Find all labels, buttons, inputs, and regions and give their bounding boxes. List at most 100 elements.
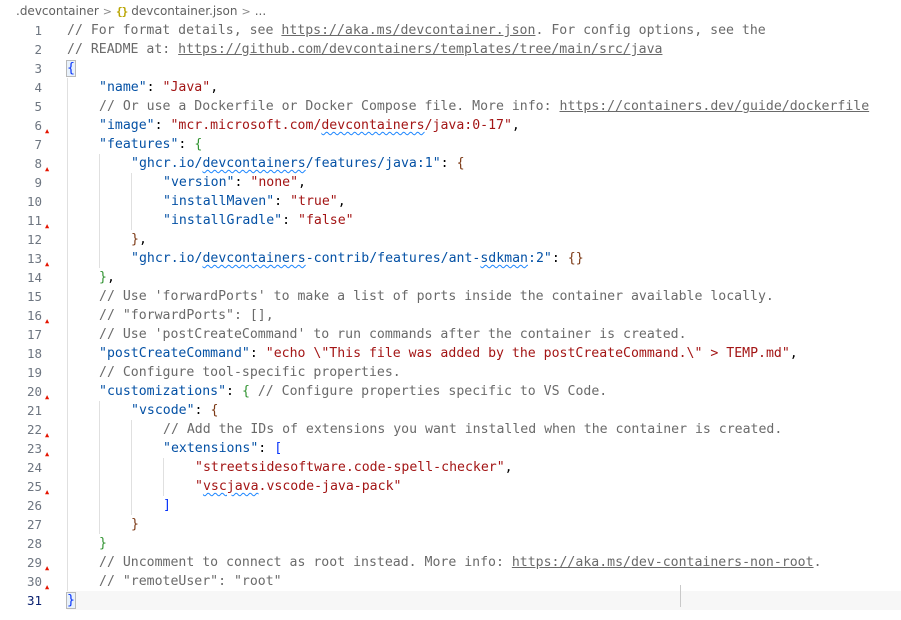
- indent-guide: [99, 173, 100, 192]
- indent-guide: [67, 553, 68, 572]
- line-number: 29: [26, 555, 42, 570]
- code-text: // Uncomment to connect as root instead.…: [99, 555, 822, 570]
- indent-guide: [99, 515, 100, 534]
- chevron-right-icon: >: [241, 4, 251, 18]
- indent-guide: [67, 344, 68, 363]
- code-text: "version": "none",: [163, 175, 306, 190]
- code-line[interactable]: 9 "version": "none",: [0, 173, 901, 192]
- code-line[interactable]: 28}: [0, 534, 901, 553]
- breadcrumb-file[interactable]: devcontainer.json: [131, 4, 237, 18]
- indent-guide: [163, 458, 164, 477]
- text-cursor-icon: [680, 585, 687, 607]
- indent-guide: [99, 477, 100, 496]
- code-line[interactable]: 24 "streetsidesoftware.code-spell-checker…: [0, 458, 901, 477]
- code-line[interactable]: 17 // Use 'postCreateCommand' to run comm…: [0, 325, 901, 344]
- code-text: "image": "mcr.microsoft.com/devcontainer…: [99, 118, 520, 133]
- indent-guide: [131, 458, 132, 477]
- code-text: },: [99, 270, 115, 285]
- code-line[interactable]: 29 ▲ // Uncomment to connect as root inste…: [0, 553, 901, 572]
- code-line[interactable]: 12},: [0, 230, 901, 249]
- code-line[interactable]: 13 ▲ "ghcr.io/devcontainers-contrib/featur…: [0, 249, 901, 268]
- code-line[interactable]: 11 ▲ "installGradle": "false": [0, 211, 901, 230]
- indent-guide: [67, 97, 68, 116]
- code-line[interactable]: 20 ▲ "customizations": { // Configure prop…: [0, 382, 901, 401]
- code-line[interactable]: 10 "installMaven": "true",: [0, 192, 901, 211]
- code-line[interactable]: 16 ▲ // "forwardPorts": [],: [0, 306, 901, 325]
- line-number: 21: [26, 403, 42, 418]
- indent-guide: [67, 249, 68, 268]
- code-text: "ghcr.io/devcontainers-contrib/features/…: [131, 251, 584, 266]
- code-line[interactable]: 14},: [0, 268, 901, 287]
- code-text: // Configure tool-specific properties.: [99, 365, 401, 380]
- code-line[interactable]: 25 ▲ "vscjava.vscode-java-pack": [0, 477, 901, 496]
- spell-marker-icon: ▲: [45, 222, 50, 230]
- code-line[interactable]: 19 // Configure tool-specific properties.: [0, 363, 901, 382]
- line-number: 30: [26, 574, 42, 589]
- code-line[interactable]: 31}: [0, 591, 901, 610]
- indent-guide: [99, 230, 100, 249]
- line-number: 31: [26, 593, 42, 608]
- line-number: 12: [26, 232, 42, 247]
- indent-guide: [99, 192, 100, 211]
- code-line[interactable]: 1 // For format details, see https://aka.…: [0, 21, 901, 40]
- code-line[interactable]: 26]: [0, 496, 901, 515]
- indent-guide: [67, 420, 68, 439]
- chevron-right-icon: >: [102, 4, 112, 18]
- code-line[interactable]: 23 ▲ "extensions": [: [0, 439, 901, 458]
- indent-guide: [67, 458, 68, 477]
- indent-guide: [67, 306, 68, 325]
- line-number: 24: [26, 460, 42, 475]
- breadcrumb-folder[interactable]: .devcontainer: [16, 4, 99, 18]
- code-line[interactable]: 15 // Use 'forwardPorts' to make a list o…: [0, 287, 901, 306]
- code-text: "installMaven": "true",: [163, 194, 346, 209]
- code-text: "vscjava.vscode-java-pack": [195, 479, 402, 494]
- code-line[interactable]: 3{: [0, 59, 901, 78]
- line-number: 26: [26, 498, 42, 513]
- code-line[interactable]: 18 "postCreateCommand": "echo \"This file…: [0, 344, 901, 363]
- indent-guide: [131, 192, 132, 211]
- indent-guide: [67, 116, 68, 135]
- line-number: 28: [26, 536, 42, 551]
- code-text: "extensions": [: [163, 441, 283, 456]
- code-text: // "forwardPorts": [],: [99, 308, 274, 323]
- code-text: // For format details, see https://aka.m…: [67, 23, 766, 38]
- indent-guide: [67, 496, 68, 515]
- spell-marker-icon: ▲: [45, 450, 50, 458]
- line-number: 17: [26, 327, 42, 342]
- code-line[interactable]: 22 ▲ // Add the IDs of extensions you want…: [0, 420, 901, 439]
- code-text: "name": "Java",: [99, 80, 219, 95]
- line-number: 25: [26, 479, 42, 494]
- indent-guide: [99, 211, 100, 230]
- indent-guide: [99, 439, 100, 458]
- line-number: 7: [34, 137, 42, 152]
- indent-guide: [67, 515, 68, 534]
- code-text: },: [131, 232, 147, 247]
- code-line[interactable]: 30 ▲ // "remoteUser": "root": [0, 572, 901, 591]
- indent-guide: [131, 496, 132, 515]
- indent-guide: [99, 420, 100, 439]
- code-line[interactable]: 7 "features": {: [0, 135, 901, 154]
- line-number: 5: [34, 99, 42, 114]
- spell-marker-icon: ▲: [45, 317, 50, 325]
- indent-guide: [67, 135, 68, 154]
- line-number: 15: [26, 289, 42, 304]
- code-line[interactable]: 4 "name": "Java",: [0, 78, 901, 97]
- code-editor[interactable]: 1 // For format details, see https://aka.…: [0, 21, 901, 610]
- line-number: 23: [26, 441, 42, 456]
- code-line[interactable]: 5 // Or use a Dockerfile or Docker Compos…: [0, 97, 901, 116]
- indent-guide: [67, 382, 68, 401]
- line-number: 8: [34, 156, 42, 171]
- code-line[interactable]: 27}: [0, 515, 901, 534]
- code-line[interactable]: 6 ▲ "image": "mcr.microsoft.com/devcontain…: [0, 116, 901, 135]
- line-number: 3: [34, 61, 42, 76]
- indent-guide: [99, 154, 100, 173]
- indent-guide: [67, 230, 68, 249]
- code-line[interactable]: 2 // README at: https://github.com/devcon…: [0, 40, 901, 59]
- code-text: // README at: https://github.com/devcont…: [67, 42, 663, 57]
- line-number: 27: [26, 517, 42, 532]
- indent-guide: [67, 173, 68, 192]
- code-line[interactable]: 21 "vscode": {: [0, 401, 901, 420]
- code-line[interactable]: 8 ▲ "ghcr.io/devcontainers/features/java:1…: [0, 154, 901, 173]
- indent-guide: [99, 249, 100, 268]
- breadcrumb-symbols[interactable]: ...: [255, 4, 266, 18]
